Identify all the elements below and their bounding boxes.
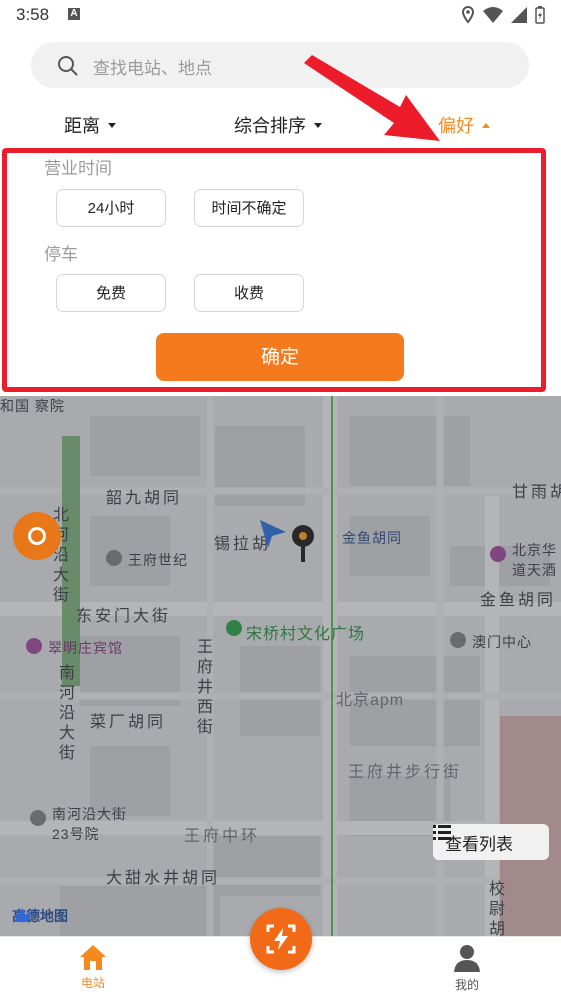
battery-icon <box>535 6 545 24</box>
status-time: 3:58 <box>16 5 50 24</box>
option-parking-free[interactable]: 免费 <box>56 274 166 312</box>
tab-sort-label: 综合排序 <box>234 116 306 136</box>
map-logo: 高德地图 <box>12 906 68 926</box>
search-bar[interactable]: 查找电站、地点 <box>31 42 529 88</box>
nav-label-me: 我的 <box>454 978 479 992</box>
home-icon <box>80 945 106 970</box>
map-view[interactable]: 和国 察院 韶九胡同 锡拉胡 金鱼胡同 甘雨胡 王府世纪 北京华 道天酒 东安门… <box>0 396 561 936</box>
view-list-button[interactable]: 查看列表 <box>433 824 549 860</box>
filter-tabs: 距离 综合排序 偏好 <box>0 104 561 144</box>
scan-button[interactable] <box>250 908 312 970</box>
system-icons <box>461 5 545 25</box>
confirm-button[interactable]: 确定 <box>156 333 404 381</box>
tab-distance-label: 距离 <box>64 116 100 136</box>
search-input[interactable]: 查找电站、地点 <box>93 54 212 79</box>
user-icon <box>454 945 480 972</box>
nav-item-me[interactable]: 我的 <box>427 943 507 993</box>
view-list-label: 查看列表 <box>445 834 513 854</box>
signal-icon <box>511 7 527 23</box>
wifi-icon <box>483 7 503 23</box>
option-parking-paid[interactable]: 收费 <box>194 274 304 312</box>
search-icon <box>58 56 78 76</box>
caret-down-icon <box>108 122 116 128</box>
tab-distance[interactable]: 距离 <box>64 112 116 138</box>
amap-logo-icon <box>14 908 32 922</box>
locate-button[interactable] <box>13 512 61 560</box>
location-icon <box>461 6 475 24</box>
parking-title: 停车 <box>44 245 78 264</box>
nav-label-stations: 电站 <box>80 976 105 990</box>
caret-up-icon <box>482 122 490 128</box>
status-bar: 3:58 A <box>0 0 561 30</box>
option-24h[interactable]: 24小时 <box>56 189 166 227</box>
annotation-arrow-icon <box>304 55 440 141</box>
list-icon <box>433 825 451 840</box>
option-hours-uncertain[interactable]: 时间不确定 <box>194 189 304 227</box>
a-icon: A <box>68 8 80 20</box>
nav-item-stations[interactable]: 电站 <box>53 943 133 991</box>
scan-charge-icon <box>266 924 296 954</box>
business-hours-title: 营业时间 <box>44 159 112 178</box>
